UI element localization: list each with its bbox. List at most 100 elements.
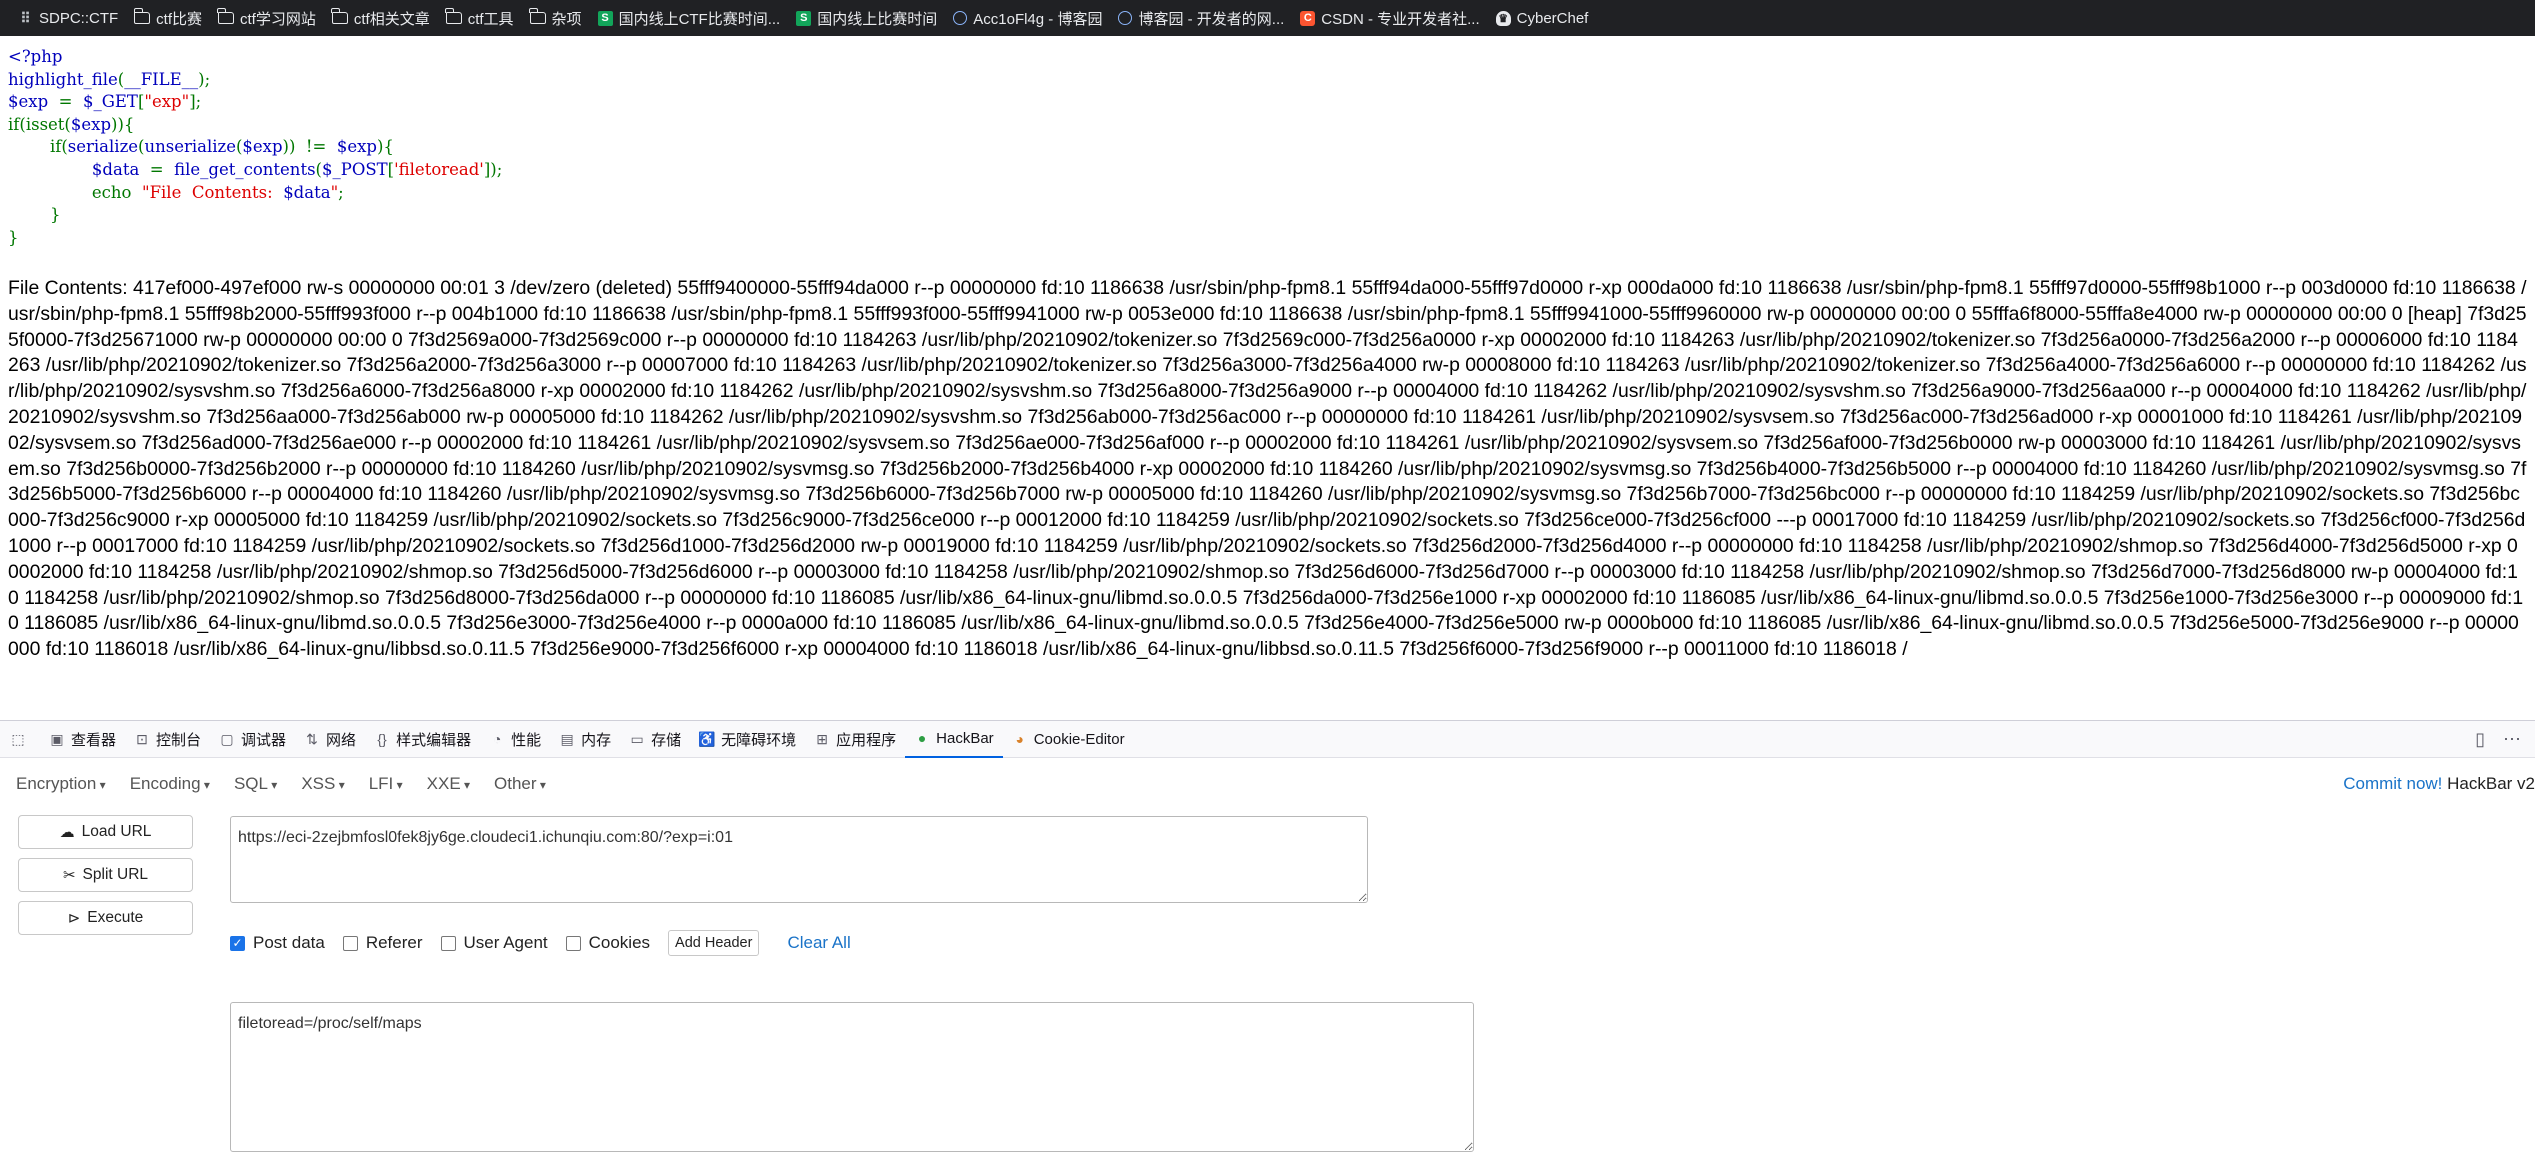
devtools-right-controls: ▯ ⋯ bbox=[2475, 721, 2521, 758]
devtools-tab[interactable]: ▤ 内存 bbox=[550, 721, 620, 758]
code-token: $_GET bbox=[82, 92, 138, 112]
bookmark-label: ctf相关文章 bbox=[353, 10, 430, 28]
bookmark-item[interactable]: ⠿ SDPC::CTF bbox=[10, 0, 126, 36]
bookmark-item[interactable]: ctf相关文章 bbox=[324, 0, 438, 36]
devtools-tab[interactable]: ⊞ 应用程序 bbox=[805, 721, 905, 758]
code-token: unserialize bbox=[144, 137, 236, 157]
code-token: = bbox=[48, 92, 83, 112]
devtools-tab[interactable]: ♿ 无障碍环境 bbox=[690, 721, 805, 758]
code-token: )){ bbox=[111, 114, 135, 134]
devtools-tab[interactable]: {} 样式编辑器 bbox=[365, 721, 480, 758]
bookmark-label: ctf工具 bbox=[467, 10, 514, 28]
bookmark-label: 国内线上CTF比赛时间... bbox=[618, 10, 781, 28]
code-token: if( bbox=[8, 137, 68, 157]
hackbar-menu-item[interactable]: Other bbox=[494, 774, 546, 794]
referer-checkbox[interactable]: Referer bbox=[342, 933, 423, 953]
devtools-tab[interactable]: ▣ 查看器 bbox=[40, 721, 125, 758]
code-token: )) != bbox=[282, 137, 337, 157]
execute-button[interactable]: ⊳ Execute bbox=[18, 901, 193, 935]
hackbar-menu-item[interactable]: LFI bbox=[369, 774, 403, 794]
dock-side-icon[interactable]: ▯ bbox=[2475, 729, 2485, 750]
code-token: ]); bbox=[483, 159, 503, 179]
devtools-tab[interactable]: ◕ Cookie-Editor bbox=[1003, 721, 1134, 758]
devtools-tab-label: 性能 bbox=[511, 731, 542, 749]
devtools-tab-label: 样式编辑器 bbox=[396, 731, 472, 749]
bookmark-item[interactable]: 博客园 - 开发者的网... bbox=[1110, 0, 1292, 36]
commit-now-link[interactable]: Commit now! bbox=[2343, 774, 2442, 793]
hackbar-menu-item[interactable]: SQL bbox=[234, 774, 277, 794]
code-token: ){ bbox=[377, 137, 394, 157]
devtools-tab[interactable]: ▭ 存储 bbox=[620, 721, 690, 758]
devtools-tab-label: 查看器 bbox=[71, 731, 117, 749]
code-token: file_get_contents bbox=[174, 159, 316, 179]
code-line: <?php bbox=[8, 47, 63, 66]
devtools-tab-label: 应用程序 bbox=[836, 731, 897, 749]
play-circle-icon: ⊳ bbox=[67, 910, 81, 927]
checkbox-icon bbox=[565, 935, 581, 951]
console-icon: ⊡ bbox=[136, 730, 148, 747]
devtools-tab-label: 内存 bbox=[581, 731, 612, 749]
performance-icon: ◔ bbox=[492, 731, 502, 747]
code-token: $exp bbox=[70, 114, 112, 134]
devtools-tab[interactable]: ▢ 调试器 bbox=[210, 721, 295, 758]
network-icon: ⇅ bbox=[306, 730, 318, 747]
load-url-button[interactable]: ☁ Load URL bbox=[18, 815, 193, 849]
hackbar-icon: ● bbox=[917, 730, 927, 746]
folder-icon bbox=[528, 8, 546, 24]
cookies-label: Cookies bbox=[588, 933, 651, 952]
split-url-button[interactable]: ✂ Split URL bbox=[18, 858, 193, 892]
hackbar-menu-item[interactable]: XSS bbox=[301, 774, 344, 794]
code-token: "exp" bbox=[144, 92, 190, 112]
url-input[interactable] bbox=[230, 816, 1368, 903]
element-picker-button[interactable]: ⬚ bbox=[0, 721, 40, 758]
code-token: $data bbox=[8, 159, 140, 179]
devtools-tab-label: Cookie-Editor bbox=[1033, 730, 1125, 748]
storage-icon: ▭ bbox=[630, 730, 644, 747]
execute-label: Execute bbox=[87, 909, 144, 926]
code-token: ); bbox=[198, 69, 211, 89]
bookmark-item[interactable]: S 国内线上比赛时间 bbox=[788, 0, 945, 36]
user-agent-label: User Agent bbox=[463, 933, 548, 952]
bookmark-item[interactable]: ctf工具 bbox=[438, 0, 522, 36]
post-data-input[interactable] bbox=[230, 1002, 1474, 1152]
bookmark-item[interactable]: 杂项 bbox=[522, 0, 590, 36]
bookmark-item[interactable]: ctf学习网站 bbox=[210, 0, 324, 36]
post-data-label: Post data bbox=[253, 933, 325, 952]
hackbar-version: HackBar v2 bbox=[2442, 774, 2535, 793]
add-header-button[interactable]: Add Header bbox=[668, 930, 760, 956]
devtools-tab[interactable]: ◔ 性能 bbox=[480, 721, 550, 758]
code-token: ; bbox=[338, 182, 344, 202]
clear-all-link[interactable]: Clear All bbox=[787, 933, 850, 953]
cookie-icon: ◕ bbox=[1015, 731, 1024, 747]
hackbar-panel: Encryption Encoding SQL XSS LFI XXE Other Comm… bbox=[0, 758, 2535, 1171]
post-data-checkbox[interactable]: ✓ Post data bbox=[230, 933, 325, 953]
code-token: "File Contents: bbox=[141, 182, 284, 202]
accessibility-icon: ♿ bbox=[698, 730, 716, 747]
cookies-checkbox[interactable]: Cookies bbox=[565, 933, 651, 953]
hackbar-menu-item[interactable]: Encoding bbox=[130, 774, 210, 794]
csdn-icon: C bbox=[1300, 10, 1316, 26]
bookmark-item[interactable]: C CSDN - 专业开发者社... bbox=[1292, 0, 1487, 36]
checkbox-checked-icon: ✓ bbox=[230, 935, 245, 951]
green-site-icon: S bbox=[597, 10, 613, 26]
referer-label: Referer bbox=[365, 933, 423, 952]
bookmark-label: CyberChef bbox=[1516, 9, 1589, 27]
code-token: $_POST bbox=[321, 159, 388, 179]
devtools-tab[interactable]: ● HackBar bbox=[905, 721, 1003, 758]
devtools-tab-label: 存储 bbox=[651, 731, 682, 749]
picker-icon: ⬚ bbox=[11, 730, 25, 747]
bookmark-item[interactable]: ♛ CyberChef bbox=[1488, 0, 1597, 36]
bookmark-label: 国内线上比赛时间 bbox=[817, 10, 938, 28]
hackbar-menu-item[interactable]: XXE bbox=[427, 774, 470, 794]
devtools-tab-label: 无障碍环境 bbox=[721, 731, 797, 749]
devtools-tab[interactable]: ⊡ 控制台 bbox=[125, 721, 210, 758]
hackbar-menu-item[interactable]: Encryption bbox=[16, 774, 106, 794]
bookmark-item[interactable]: S 国内线上CTF比赛时间... bbox=[590, 0, 789, 36]
more-options-icon[interactable]: ⋯ bbox=[2503, 729, 2521, 750]
devtools-tab[interactable]: ⇅ 网络 bbox=[295, 721, 365, 758]
bookmark-item[interactable]: Acc1oFl4g - 博客园 bbox=[945, 0, 1110, 36]
user-agent-checkbox[interactable]: User Agent bbox=[440, 933, 548, 953]
bookmark-item[interactable]: ctf比赛 bbox=[126, 0, 210, 36]
scissors-icon: ✂ bbox=[62, 867, 76, 884]
application-icon: ⊞ bbox=[816, 730, 828, 747]
